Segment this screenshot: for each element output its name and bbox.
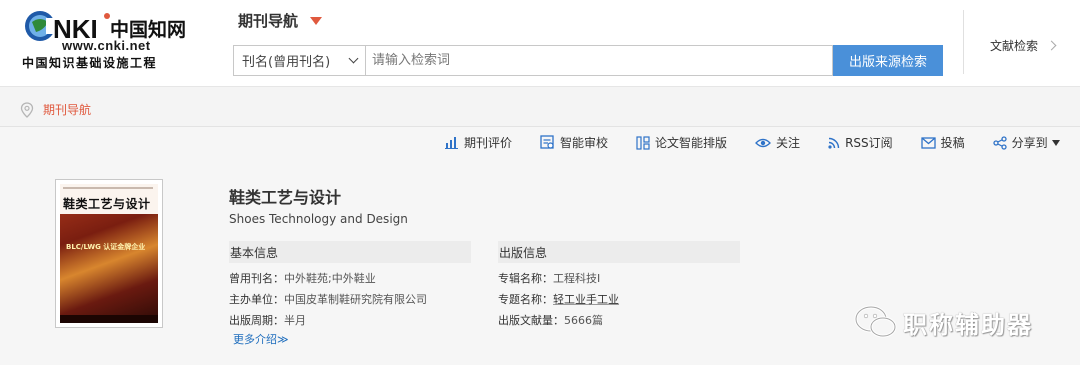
header-divider (963, 10, 964, 74)
rss-icon (828, 137, 840, 149)
logo-slogan: 中国知识基础设施工程 (22, 56, 158, 70)
caret-down-icon (1051, 139, 1060, 146)
action-label: 分享到 (1011, 136, 1048, 150)
cover-title: 鞋类工艺与设计 (63, 197, 151, 211)
info-value: 中国皮革制鞋研究院有限公司 (284, 293, 427, 306)
info-topic: 专题名称：轻工业手工业 (498, 291, 619, 307)
info-label: 出版周期： (229, 314, 284, 327)
eye-icon (755, 138, 771, 147)
breadcrumb-journal-nav[interactable]: 期刊导航 (43, 101, 91, 118)
location-pin-icon (20, 101, 34, 118)
literature-search-label: 文献检索 (990, 39, 1039, 53)
info-value: 中外鞋苑;中外鞋业 (284, 272, 376, 285)
journal-cover[interactable]: 鞋类工艺与设计 BLC/LWG 认证金牌企业 (55, 179, 163, 328)
info-value: 半月 (284, 314, 306, 327)
action-submit[interactable]: 投稿 (920, 134, 965, 151)
action-label: RSS订阅 (845, 136, 893, 150)
breadcrumb: 期刊导航 (20, 101, 91, 118)
search-field-select[interactable]: 刊名(曾用刊名) (233, 45, 366, 76)
action-share[interactable]: 分享到 (993, 134, 1060, 151)
search-field-select-value: 刊名(曾用刊名) (242, 55, 331, 70)
search-input[interactable] (366, 45, 833, 76)
info-former-names: 曾用刊名：中外鞋苑;中外鞋业 (229, 270, 376, 286)
action-label: 论文智能排版 (655, 136, 728, 150)
review-icon (540, 135, 554, 149)
wechat-icon (854, 305, 897, 338)
chevron-right-icon (1046, 40, 1057, 51)
source-search-button[interactable]: 出版来源检索 (833, 45, 943, 76)
search-bar: 刊名(曾用刊名) 出版来源检索 (233, 45, 943, 76)
info-album: 专辑名称：工程科技I (498, 270, 600, 286)
action-follow[interactable]: 关注 (755, 134, 800, 151)
info-frequency: 出版周期：半月 (229, 312, 306, 328)
chevron-down-icon (348, 53, 359, 64)
journal-nav-label: 期刊导航 (238, 12, 299, 30)
info-sponsor: 主办单位：中国皮革制鞋研究院有限公司 (229, 291, 427, 307)
info-label: 主办单位： (229, 293, 284, 306)
info-label: 出版文献量： (498, 314, 564, 327)
literature-search-link[interactable]: 文献检索 (990, 37, 1057, 54)
info-label: 专辑名称： (498, 272, 553, 285)
info-doc-count: 出版文献量：5666篇 (498, 312, 603, 328)
cover-rule (63, 187, 153, 189)
action-label: 智能审校 (560, 136, 609, 150)
action-journal-evaluation[interactable]: 期刊评价 (445, 134, 512, 151)
layout-icon (636, 135, 650, 150)
cover-footer (60, 315, 158, 323)
watermark-text: 职称辅助器 (903, 310, 1033, 339)
basic-info-heading: 基本信息 (229, 241, 471, 263)
action-rss[interactable]: RSS订阅 (828, 134, 893, 151)
logo-site-url: www.cnki.net (62, 38, 151, 53)
cover-header: 鞋类工艺与设计 (60, 184, 158, 214)
journal-detail-panel: 期刊评价 智能审校 论文智能排版 关注 RSS订阅 投稿 分享到 鞋类工艺与设计… (0, 126, 1080, 365)
top-header: NKI 中国知网 www.cnki.net 中国知识基础设施工程 期刊导航 刊名… (0, 0, 1080, 87)
journal-english-title: Shoes Technology and Design (229, 212, 408, 226)
action-toolbar: 期刊评价 智能审校 论文智能排版 关注 RSS订阅 投稿 分享到 (445, 134, 1060, 151)
cnki-logo[interactable]: NKI 中国知网 www.cnki.net 中国知识基础设施工程 (22, 8, 192, 70)
info-value: 5666篇 (564, 314, 603, 327)
share-icon (993, 135, 1007, 150)
info-value-link[interactable]: 轻工业手工业 (553, 293, 619, 306)
action-label: 关注 (776, 136, 801, 150)
action-smart-review[interactable]: 智能审校 (540, 134, 608, 151)
info-value: 工程科技I (553, 272, 601, 285)
journal-nav-dropdown[interactable]: 期刊导航 (238, 10, 323, 31)
wechat-watermark: 职称辅助器 (853, 303, 1033, 341)
info-label: 专题名称： (498, 293, 553, 306)
journal-cover-image: 鞋类工艺与设计 BLC/LWG 认证金牌企业 (60, 184, 158, 323)
action-label: 期刊评价 (464, 136, 513, 150)
mail-icon (920, 136, 936, 149)
chart-bar-icon (445, 137, 458, 149)
journal-title: 鞋类工艺与设计 (229, 188, 342, 207)
action-label: 投稿 (940, 136, 965, 150)
info-label: 曾用刊名： (229, 272, 284, 285)
more-intro-link[interactable]: 更多介绍≫ (233, 331, 289, 347)
pub-info-heading: 出版信息 (498, 241, 740, 263)
caret-down-icon (310, 16, 323, 25)
action-smart-layout[interactable]: 论文智能排版 (636, 134, 727, 151)
cover-banner: BLC/LWG 认证金牌企业 (66, 243, 146, 251)
